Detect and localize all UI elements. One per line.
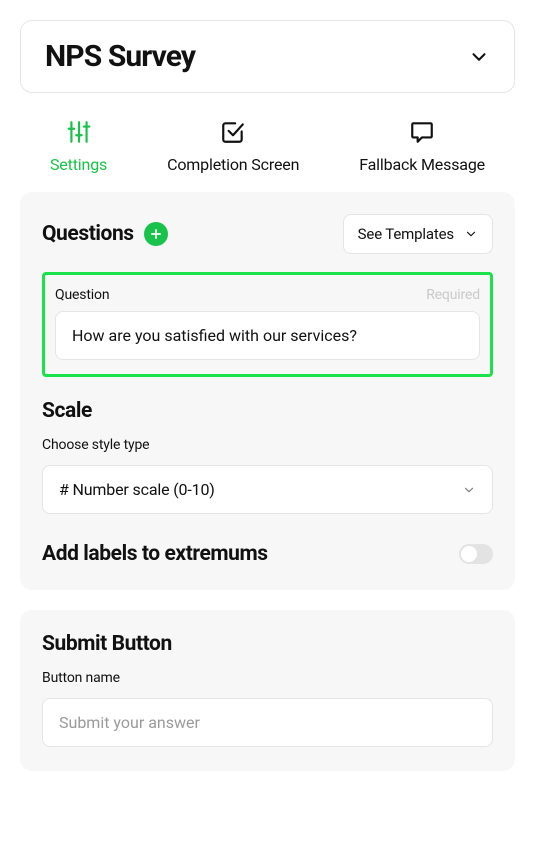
- see-templates-button[interactable]: See Templates: [343, 214, 493, 254]
- survey-title-dropdown[interactable]: NPS Survey: [20, 20, 515, 93]
- tab-label: Settings: [50, 155, 107, 174]
- templates-label: See Templates: [358, 225, 454, 243]
- style-type-label: Choose style type: [42, 437, 493, 453]
- questions-panel: Questions See Templates Question Require…: [20, 192, 515, 590]
- tab-label: Fallback Message: [359, 155, 485, 174]
- tabs: Settings Completion Screen Fallback Mess…: [20, 119, 515, 174]
- check-square-icon: [220, 119, 246, 145]
- submit-button-panel: Submit Button Button name: [20, 610, 515, 771]
- tab-label: Completion Screen: [167, 155, 299, 174]
- scale-title: Scale: [42, 399, 493, 423]
- page-title: NPS Survey: [45, 39, 195, 74]
- sliders-icon: [66, 119, 92, 145]
- plus-icon: [149, 227, 163, 241]
- required-label: Required: [426, 287, 480, 303]
- questions-title: Questions: [42, 222, 134, 246]
- tab-settings[interactable]: Settings: [50, 119, 107, 174]
- extremums-toggle[interactable]: [459, 544, 493, 564]
- submit-section-title: Submit Button: [42, 632, 493, 656]
- button-name-input[interactable]: [42, 698, 493, 747]
- chevron-down-icon: [464, 227, 478, 241]
- chevron-down-icon: [468, 46, 490, 68]
- message-icon: [409, 119, 435, 145]
- question-field-label: Question: [55, 287, 109, 303]
- question-input[interactable]: [55, 311, 480, 360]
- scale-selected-value: # Number scale (0-10): [59, 480, 215, 499]
- button-name-label: Button name: [42, 670, 493, 686]
- add-question-button[interactable]: [144, 222, 168, 246]
- tab-fallback-message[interactable]: Fallback Message: [359, 119, 485, 174]
- question-block: Question Required: [42, 272, 493, 377]
- chevron-down-icon: [462, 483, 476, 497]
- extremums-title: Add labels to extremums: [42, 542, 268, 566]
- tab-completion-screen[interactable]: Completion Screen: [167, 119, 299, 174]
- scale-style-select[interactable]: # Number scale (0-10): [42, 465, 493, 514]
